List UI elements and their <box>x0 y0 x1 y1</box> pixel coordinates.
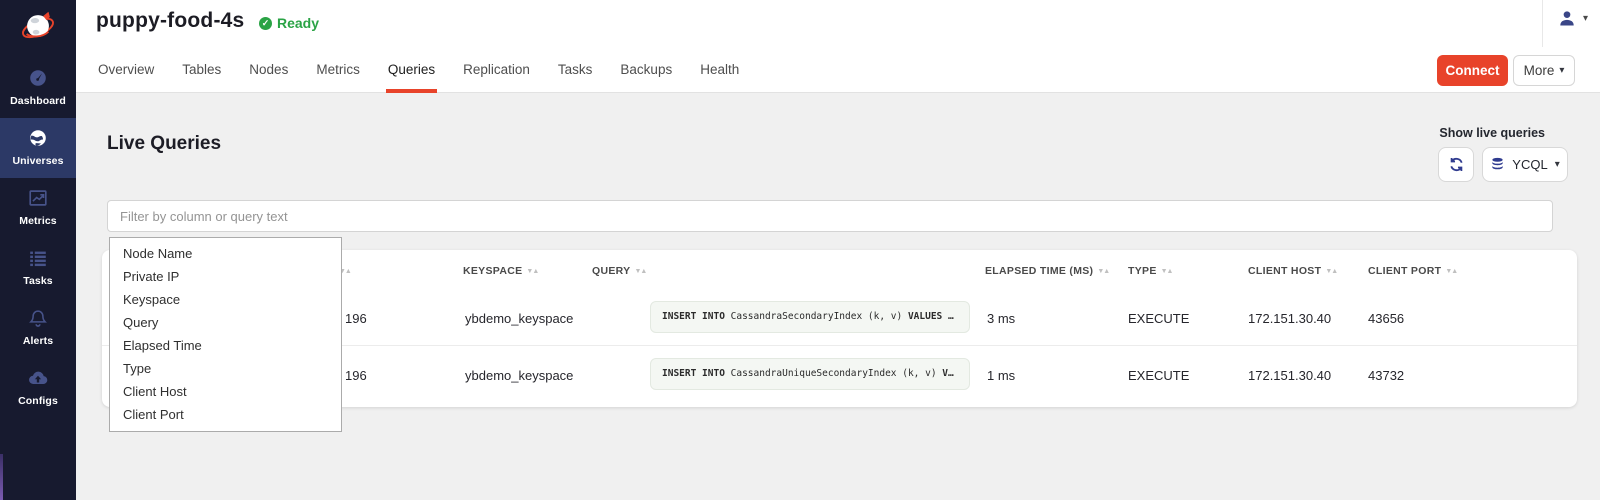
cell-client-host: 172.151.30.40 <box>1248 311 1331 326</box>
sidebar-item-dashboard[interactable]: Dashboard <box>0 58 76 118</box>
column-header-query[interactable]: QUERY▼▲ <box>592 265 646 277</box>
status-label: Ready <box>277 15 319 31</box>
dashboard-gauge-icon <box>27 67 49 89</box>
tab-tables[interactable]: Tables <box>168 47 235 93</box>
cell-keyspace: ybdemo_keyspace <box>465 311 573 326</box>
filter-option-keyspace[interactable]: Keyspace <box>110 288 341 311</box>
cell-private-ip: 196 <box>345 311 367 326</box>
universe-tabs-bar: Overview Tables Nodes Metrics Queries Re… <box>76 47 1600 93</box>
cell-query-chip[interactable]: INSERT INTO CassandraUniqueSecondaryInde… <box>650 358 970 390</box>
planet-rocket-logo-icon <box>19 7 57 45</box>
tab-replication[interactable]: Replication <box>449 47 544 93</box>
alerts-bell-icon <box>27 307 49 329</box>
cell-client-port: 43732 <box>1368 368 1404 383</box>
cell-client-host: 172.151.30.40 <box>1248 368 1331 383</box>
filter-column-dropdown: Node Name Private IP Keyspace Query Elap… <box>109 237 342 432</box>
cell-client-port: 43656 <box>1368 311 1404 326</box>
universe-globe-icon <box>27 127 49 149</box>
sort-icon: ▼▲ <box>1445 268 1457 275</box>
tasks-list-icon <box>27 247 49 269</box>
user-avatar-icon <box>1557 8 1577 28</box>
tab-tasks[interactable]: Tasks <box>544 47 607 93</box>
tab-queries[interactable]: Queries <box>374 47 449 93</box>
sidebar-item-tasks[interactable]: Tasks <box>0 238 76 298</box>
cell-private-ip: 196 <box>345 368 367 383</box>
filter-option-client-port[interactable]: Client Port <box>110 403 341 426</box>
caret-down-icon: ▾ <box>1559 65 1564 76</box>
api-selector-dropdown[interactable]: YCQL ▾ <box>1482 147 1568 182</box>
column-header-elapsed-time[interactable]: ELAPSED TIME (MS)▼▲ <box>985 265 1109 277</box>
sidebar-item-label: Alerts <box>23 335 53 347</box>
sidebar-item-universes[interactable]: Universes <box>0 118 76 178</box>
metrics-chart-icon <box>27 187 49 209</box>
universe-title: puppy-food-4s <box>96 9 244 33</box>
topbar-divider <box>1542 0 1543 47</box>
tab-nodes[interactable]: Nodes <box>235 47 302 93</box>
check-icon: ✓ <box>259 17 272 30</box>
cell-type: EXECUTE <box>1128 311 1189 326</box>
configs-cloud-icon <box>27 367 49 389</box>
api-selector-label: YCQL <box>1512 157 1547 172</box>
column-header-keyspace[interactable]: KEYSPACE▼▲ <box>463 265 538 277</box>
sidebar-item-configs[interactable]: Configs <box>0 358 76 418</box>
yugabyte-logo <box>0 0 76 52</box>
filter-option-private-ip[interactable]: Private IP <box>110 265 341 288</box>
tabs: Overview Tables Nodes Metrics Queries Re… <box>84 47 753 93</box>
cell-keyspace: ybdemo_keyspace <box>465 368 573 383</box>
caret-down-icon: ▾ <box>1583 13 1588 24</box>
cell-query-chip[interactable]: INSERT INTO CassandraSecondaryIndex (k, … <box>650 301 970 333</box>
sort-icon: ▼▲ <box>1325 268 1337 275</box>
screen-edge-artifact <box>0 454 3 500</box>
tab-metrics[interactable]: Metrics <box>302 47 374 93</box>
more-button-label: More <box>1524 63 1555 78</box>
show-live-queries-label: Show live queries <box>1439 126 1545 140</box>
filter-option-query[interactable]: Query <box>110 311 341 334</box>
topbar: puppy-food-4s ✓ Ready ▾ <box>76 0 1600 47</box>
filter-option-elapsed-time[interactable]: Elapsed Time <box>110 334 341 357</box>
user-menu[interactable]: ▾ <box>1557 8 1588 28</box>
column-header-client-host[interactable]: CLIENT HOST▼▲ <box>1248 265 1337 277</box>
sidebar-item-label: Configs <box>18 395 58 407</box>
caret-down-icon: ▾ <box>1555 159 1560 170</box>
refresh-button[interactable] <box>1438 147 1474 182</box>
sidebar-item-metrics[interactable]: Metrics <box>0 178 76 238</box>
sidebar-item-label: Tasks <box>23 275 53 287</box>
tab-backups[interactable]: Backups <box>606 47 686 93</box>
sort-icon: ▼▲ <box>634 268 646 275</box>
cell-type: EXECUTE <box>1128 368 1189 383</box>
refresh-icon <box>1448 156 1465 173</box>
sort-icon: ▼▲ <box>1097 268 1109 275</box>
sort-icon: ▼▲ <box>1161 268 1173 275</box>
page-title: Live Queries <box>107 133 221 155</box>
cell-elapsed-time: 1 ms <box>987 368 1015 383</box>
filter-option-node-name[interactable]: Node Name <box>110 242 341 265</box>
status-badge: ✓ Ready <box>259 15 319 31</box>
more-button[interactable]: More ▾ <box>1513 55 1575 86</box>
sidebar-item-label: Universes <box>12 155 63 167</box>
column-header-client-port[interactable]: CLIENT PORT▼▲ <box>1368 265 1457 277</box>
live-queries-page: Live Queries Show live queries YCQL ▾ No… <box>76 93 1600 500</box>
sidebar-item-label: Dashboard <box>10 95 66 107</box>
filter-option-client-host[interactable]: Client Host <box>110 380 341 403</box>
tab-overview[interactable]: Overview <box>84 47 168 93</box>
filter-input[interactable] <box>107 200 1553 232</box>
cell-elapsed-time: 3 ms <box>987 311 1015 326</box>
connect-button[interactable]: Connect <box>1437 55 1508 86</box>
column-header-type[interactable]: TYPE▼▲ <box>1128 265 1172 277</box>
sidebar-item-alerts[interactable]: Alerts <box>0 298 76 358</box>
sidebar-item-label: Metrics <box>19 215 56 227</box>
sidebar: Dashboard Universes Metrics Tasks <box>0 0 76 500</box>
sort-icon: ▼▲ <box>526 268 538 275</box>
tab-health[interactable]: Health <box>686 47 753 93</box>
filter-option-type[interactable]: Type <box>110 357 341 380</box>
database-icon <box>1490 157 1505 172</box>
